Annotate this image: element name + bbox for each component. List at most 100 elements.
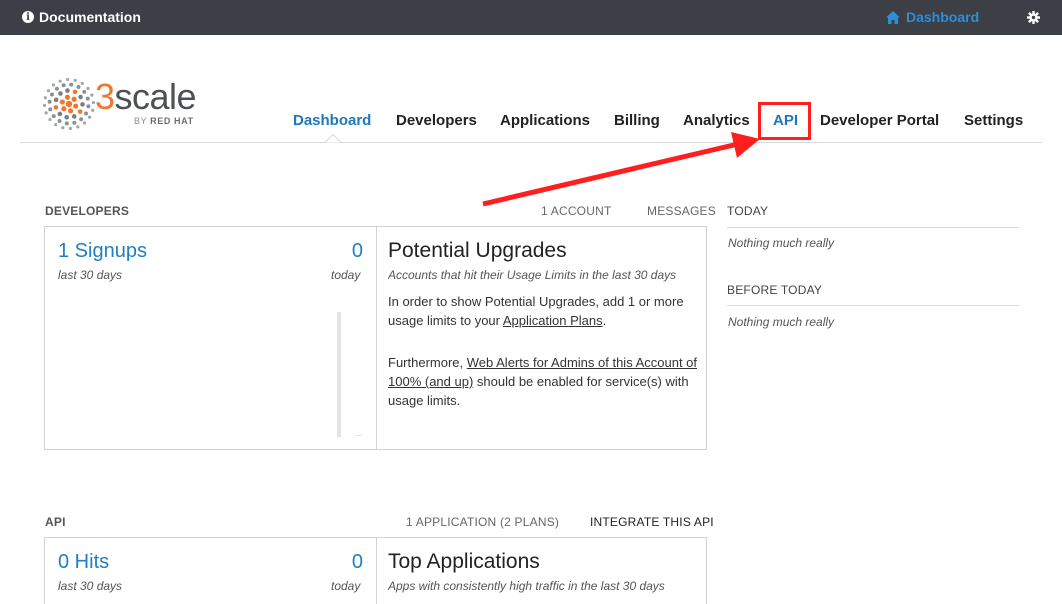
logo-dot <box>58 91 63 96</box>
logo-dot <box>88 115 92 119</box>
logo-dot <box>61 126 65 130</box>
api-section-title: API <box>45 515 66 529</box>
logo-dot <box>76 125 80 129</box>
logo-dot <box>57 119 62 124</box>
hits-today-label: today <box>331 579 361 593</box>
logo-dot <box>68 126 72 130</box>
upgrades-description: Accounts that hit their Usage Limits in … <box>388 268 677 282</box>
integrate-api-link[interactable]: INTEGRATE THIS API <box>590 515 714 529</box>
before-today-divider <box>727 305 1019 306</box>
nav-analytics[interactable]: Analytics <box>683 112 750 129</box>
active-tab-caret-icon <box>325 134 341 143</box>
logo-dot <box>59 99 65 105</box>
logo-dot <box>86 86 90 91</box>
info-icon: i <box>22 11 34 23</box>
logo-dot <box>54 86 59 91</box>
logo-dot <box>73 103 79 109</box>
logo-dot <box>57 111 63 117</box>
application-plans-link[interactable]: Application Plans <box>503 313 603 328</box>
api-highlight-box <box>758 102 811 140</box>
logo-dot <box>86 104 91 109</box>
applications-count-link[interactable]: 1 APPLICATION (2 PLANS) <box>406 515 559 529</box>
logo-wordmark: 3scale <box>95 76 197 117</box>
signups-link[interactable]: 1 Signups <box>58 240 147 263</box>
logo-dot <box>82 89 87 94</box>
upgrades-paragraph-2: Furthermore, Web Alerts for Admins of th… <box>388 355 698 408</box>
logo-dot <box>66 78 70 82</box>
hits-today-count[interactable]: 0 <box>325 551 363 574</box>
dashboard-top-label: Dashboard <box>906 9 980 25</box>
nav-developer-portal[interactable]: Developer Portal <box>820 112 939 129</box>
logo-dot <box>67 108 74 114</box>
logo-dots-icon <box>43 78 95 130</box>
logo-dot <box>44 111 48 115</box>
api-panel: 0 Hits 0 last 30 days today Top Applicat… <box>44 537 707 604</box>
today-title: TODAY <box>727 204 769 218</box>
messages-link[interactable]: MESSAGES <box>647 204 716 218</box>
today-divider <box>727 227 1019 228</box>
logo-dot <box>85 96 90 101</box>
logo-dot <box>58 79 62 83</box>
logo-dot <box>64 94 71 100</box>
logo-dot <box>77 109 83 114</box>
documentation-label: Documentation <box>39 9 141 25</box>
logo-dot <box>71 114 77 119</box>
logo-dot <box>53 105 59 110</box>
logo-dot <box>73 78 77 82</box>
dashboard-top-link[interactable]: Dashboard <box>886 9 979 25</box>
logo-dot <box>61 106 67 112</box>
documentation-link[interactable]: i Documentation <box>22 9 141 25</box>
logo-dot <box>61 83 66 88</box>
logo-dot <box>82 121 87 125</box>
hits-period: last 30 days <box>58 579 123 593</box>
developers-section-title: DEVELOPERS <box>45 204 130 218</box>
developers-panel: 1 Signups 0 last 30 days today Potential… <box>44 226 707 450</box>
home-icon <box>886 10 900 24</box>
logo-dot <box>65 100 73 108</box>
upgrades-paragraph-1: In order to show Potential Upgrades, add… <box>388 294 684 328</box>
gear-icon[interactable] <box>1027 11 1040 24</box>
logo-dot <box>65 88 70 93</box>
3scale-logo[interactable]: 3scale BY RED HAT <box>43 76 223 130</box>
logo-dot <box>51 114 56 119</box>
logo-dot <box>78 94 83 100</box>
logo-dot <box>72 89 78 95</box>
top-applications-description: Apps with consistently high traffic in t… <box>388 579 665 593</box>
logo-dot <box>80 81 84 85</box>
logo-byline: BY RED HAT <box>134 116 194 126</box>
before-today-title: BEFORE TODAY <box>727 283 823 297</box>
nav-divider <box>20 142 1042 143</box>
signups-today-label: today <box>331 268 361 282</box>
before-today-empty-text: Nothing much really <box>728 315 835 329</box>
logo-dot <box>91 108 95 112</box>
signups-sparkline-bar <box>337 312 341 437</box>
hits-link[interactable]: 0 Hits <box>58 551 109 574</box>
upgrades-title: Potential Upgrades <box>388 239 567 262</box>
logo-dot <box>49 92 54 97</box>
logo-dot <box>43 103 47 107</box>
logo-dot <box>46 89 50 93</box>
nav-developers[interactable]: Developers <box>396 112 477 129</box>
logo-dot <box>90 93 94 97</box>
logo-dot <box>72 120 77 125</box>
nav-applications[interactable]: Applications <box>500 112 590 129</box>
today-empty-text: Nothing much really <box>728 236 835 250</box>
logo-dot <box>47 99 52 104</box>
logo-dot <box>51 83 56 87</box>
logo-dot <box>53 97 59 103</box>
logo-dot <box>69 82 74 87</box>
nav-settings[interactable]: Settings <box>964 112 1023 129</box>
logo-dot <box>54 123 58 127</box>
logo-dot <box>84 111 89 116</box>
account-count-link[interactable]: 1 ACCOUNT <box>541 204 611 218</box>
logo-dot <box>76 84 81 89</box>
logo-dot <box>48 117 52 122</box>
nav-dashboard[interactable]: Dashboard <box>293 112 371 129</box>
nav-billing[interactable]: Billing <box>614 112 660 129</box>
logo-dot <box>79 117 84 122</box>
signups-today-count[interactable]: 0 <box>325 240 363 263</box>
logo-dot <box>43 96 47 100</box>
logo-dot <box>64 121 69 126</box>
top-bar: i Documentation Dashboard <box>0 0 1062 35</box>
logo-dot <box>64 115 69 120</box>
